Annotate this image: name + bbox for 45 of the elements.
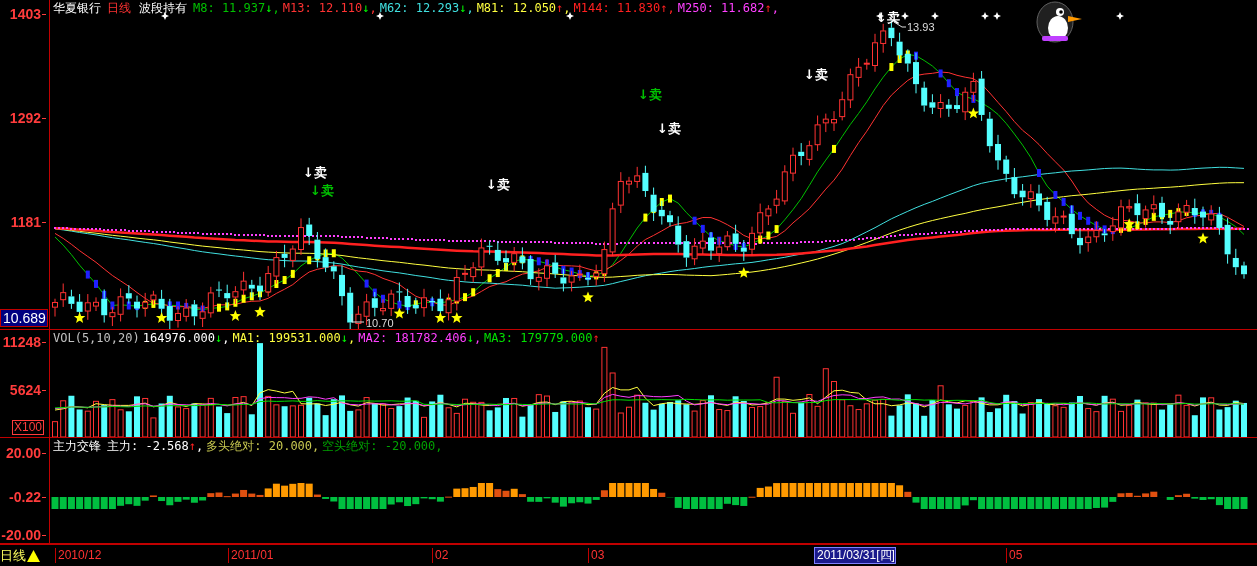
date-label: 02 <box>432 548 449 563</box>
sell-signal-label: ↓卖 <box>303 165 327 180</box>
indicator-axis-label: -20.00 <box>1 527 46 543</box>
legend-item: M81: 12.050↑, <box>476 1 571 15</box>
price-axis-label: 1181 <box>10 214 46 230</box>
legend-item: 164976.000↓, <box>142 331 230 345</box>
indicator-name: 波段持有 <box>139 1 187 15</box>
price-axis-label: 1292 <box>9 110 46 126</box>
legend-item: 空头绝对: -20.000, <box>322 439 443 453</box>
legend-item: MA1: 199531.000↓, <box>232 331 356 345</box>
legend-item: 多头绝对: 20.000, <box>206 439 320 453</box>
legend-item: M8: 11.937↓, <box>193 1 280 15</box>
sell-signal-label: ↓卖 <box>638 87 662 102</box>
legend-item: 主力: -2.568↑, <box>107 439 204 453</box>
legend-item: M144: 11.830↑, <box>573 1 675 15</box>
sell-signal-label: ↓卖 <box>486 177 510 192</box>
volume-unit-label: X100 <box>12 420 45 435</box>
volume-axis-label: 5624 <box>9 382 46 398</box>
sell-signal-label: ↓卖 <box>657 121 681 136</box>
date-label: 05 <box>1006 548 1023 563</box>
date-label: 2010/12 <box>55 548 102 563</box>
legend-item: M62: 12.293↓, <box>379 1 474 15</box>
stock-name: 华夏银行 <box>53 1 101 15</box>
legend-item: M13: 12.110↓, <box>282 1 377 15</box>
price-axis-label: 1403 <box>9 6 46 22</box>
high-price-label: 13.93 <box>907 21 935 33</box>
volume-indicator-name: VOL(5,10,20) <box>53 331 140 345</box>
sell-signal-label: ↓卖 <box>310 183 334 198</box>
caret-icon <box>27 550 40 562</box>
leader-line <box>351 313 365 323</box>
indicator-axis-label: -0.22 <box>9 489 46 505</box>
low-price-label: 10.70 <box>366 317 394 329</box>
period-button[interactable]: 日线 <box>0 547 40 565</box>
volume-axis-label: 11248 <box>2 334 46 350</box>
date-label: 2011/01 <box>228 548 274 563</box>
date-label: 2011/03/31[四] <box>814 547 896 564</box>
legend-item: MA3: 179779.000↑ <box>484 331 600 345</box>
legend-item: MA2: 181782.406↓, <box>358 331 482 345</box>
current-price-label: 10.689 <box>0 309 48 327</box>
period-label: 日线 <box>107 1 131 15</box>
legend-item: M250: 11.682↑, <box>677 1 779 15</box>
indicator-axis-label: 20.00 <box>5 445 46 461</box>
indicator-name: 主力交锋 <box>53 439 101 453</box>
date-label: 03 <box>588 548 605 563</box>
sell-signal-label: ↓卖 <box>804 67 828 82</box>
